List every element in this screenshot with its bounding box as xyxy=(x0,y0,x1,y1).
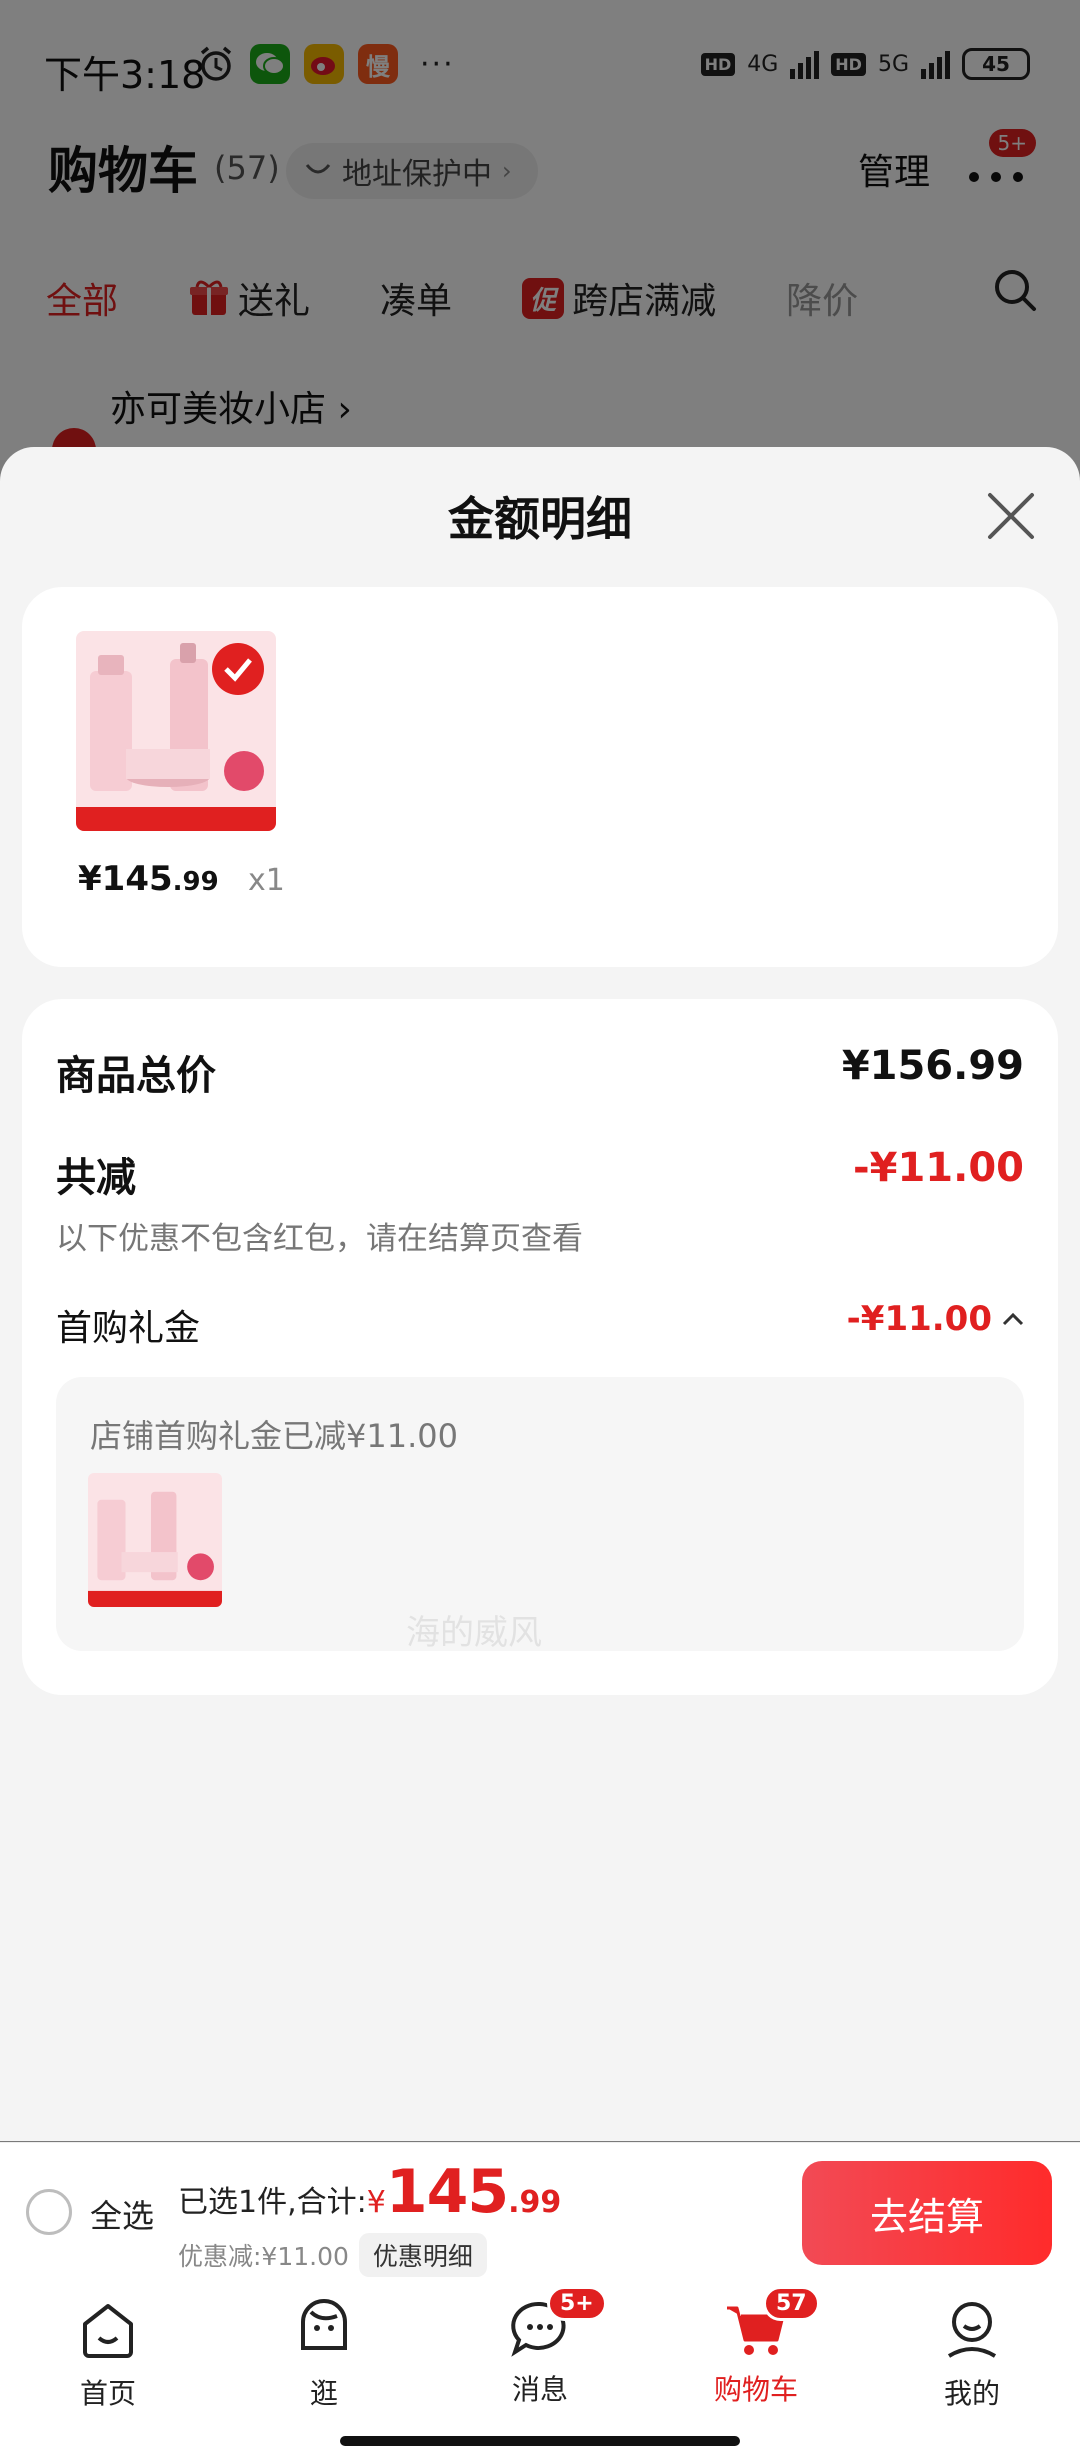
browse-face-icon xyxy=(301,2299,347,2350)
discount-line: 优惠减:¥11.00 优惠明细 xyxy=(178,2233,487,2277)
bottom-nav: 首页 逛 5+ 消息 57 购物车 我的 xyxy=(0,2278,1080,2460)
nav-home[interactable]: 首页 xyxy=(38,2296,178,2412)
sheet-title: 金额明细 xyxy=(448,492,632,546)
select-all-label[interactable]: 全选 xyxy=(90,2191,154,2237)
select-all-checkbox[interactable] xyxy=(26,2189,72,2235)
total-reduction-label: 共减 xyxy=(56,1155,136,1201)
home-indicator[interactable] xyxy=(340,2436,740,2446)
nav-profile[interactable]: 我的 xyxy=(902,2296,1042,2412)
reduction-note: 以下优惠不包含红包，请在结算页查看 xyxy=(56,1221,583,1257)
checkout-button[interactable]: 去结算 xyxy=(802,2161,1052,2265)
nav-browse[interactable]: 逛 xyxy=(254,2296,394,2412)
product-quantity: x1 xyxy=(248,863,285,898)
price-detail-card: 商品总价 ¥156.99 共减 -¥11.00 以下优惠不包含红包，请在结算页查… xyxy=(22,999,1058,1695)
checkout-total: 145 xyxy=(385,2157,509,2227)
nav-messages[interactable]: 5+ 消息 xyxy=(470,2286,610,2408)
messages-badge: 5+ xyxy=(547,2286,607,2321)
discount-amount: 优惠减:¥11.00 xyxy=(178,2242,349,2271)
coupon-text: 店铺首购礼金已减¥11.00 xyxy=(90,1417,458,1455)
selected-summary: 已选1件,合计:¥145.99 xyxy=(178,2157,562,2227)
first-purchase-gift-toggle[interactable]: -¥11.00 xyxy=(847,1299,1024,1339)
product-price: ¥145.99 xyxy=(78,859,219,899)
product-card: ¥145.99 x1 xyxy=(22,587,1058,967)
profile-icon xyxy=(947,2302,997,2358)
coupon-product-thumbnail xyxy=(88,1473,222,1607)
total-price-value: ¥156.99 xyxy=(841,1043,1024,1089)
product-image[interactable] xyxy=(76,631,276,831)
chevron-up-icon xyxy=(1002,1312,1024,1326)
first-purchase-gift-label: 首购礼金 xyxy=(56,1308,201,1349)
total-reduction-value: -¥11.00 xyxy=(853,1145,1024,1191)
cart-badge: 57 xyxy=(763,2286,820,2321)
nav-cart[interactable]: 57 购物车 xyxy=(686,2286,826,2408)
checkout-bar: 全选 已选1件,合计:¥145.99 优惠减:¥11.00 优惠明细 去结算 xyxy=(0,2142,1080,2278)
amount-detail-sheet: 金额明细 ¥145.99 x1 商品总价 ¥156.99 共减 -¥11.00 … xyxy=(0,447,1080,2141)
home-icon xyxy=(83,2304,133,2358)
total-price-label: 商品总价 xyxy=(56,1053,216,1099)
discount-detail-button[interactable]: 优惠明细 xyxy=(358,2233,487,2277)
first-purchase-gift-value: -¥11.00 xyxy=(846,1299,992,1339)
close-icon[interactable] xyxy=(984,489,1038,543)
watermark: 海的威风 xyxy=(406,1613,542,1653)
